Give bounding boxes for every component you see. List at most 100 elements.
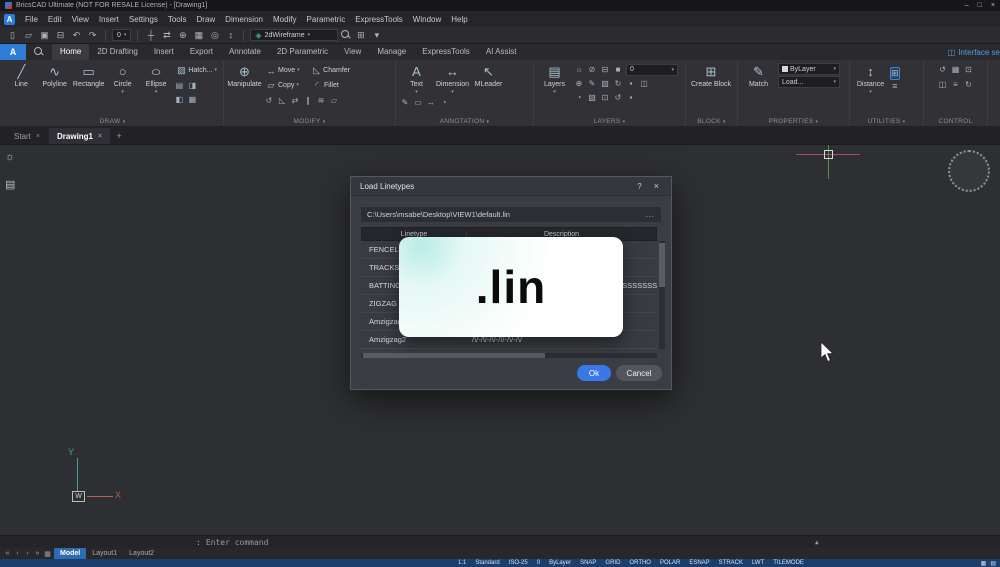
layout-tab[interactable]: Layout2: [123, 548, 160, 559]
status-icon[interactable]: ▦: [981, 560, 987, 567]
current-layer-select[interactable]: 0 ▾: [626, 63, 678, 76]
bulb-icon[interactable]: ☼: [5, 151, 15, 163]
minimize-button[interactable]: –: [965, 2, 969, 9]
command-input[interactable]: Enter command: [206, 538, 269, 547]
move-button[interactable]: ↔ Move ▾: [264, 63, 310, 78]
menu-item[interactable]: Parametric: [302, 15, 351, 24]
status-toggle[interactable]: GRID: [605, 560, 620, 566]
modify-tool-icon[interactable]: ≋: [316, 96, 326, 105]
command-expand-icon[interactable]: ▲: [815, 539, 819, 546]
cancel-button[interactable]: Cancel: [616, 365, 662, 381]
rectangle-button[interactable]: ▭ Rectangle: [73, 63, 105, 89]
layer-tool-icon[interactable]: ↻: [613, 79, 623, 88]
toolbar-icon[interactable]: ⊕: [176, 30, 189, 41]
menu-item[interactable]: ExpressTools: [350, 15, 408, 24]
linetype-file-path-field[interactable]: C:\Users\msabe\Desktop\VIEW1\default.lin…: [361, 207, 661, 222]
layer-tool-icon[interactable]: ▧: [587, 93, 597, 102]
toolbar-icon[interactable]: ▱: [22, 30, 35, 41]
panel-label-modify[interactable]: MODIFY ▾: [224, 118, 395, 125]
vertical-scrollbar[interactable]: [659, 241, 665, 349]
application-button[interactable]: A: [0, 44, 26, 60]
chamfer-button[interactable]: ◺ Chamfer: [310, 63, 352, 78]
menu-item[interactable]: Draw: [192, 15, 221, 24]
control-tool-icon[interactable]: ▦: [951, 65, 961, 74]
status-toggle[interactable]: ESNAP: [689, 560, 709, 566]
panels-icon[interactable]: ▤: [5, 178, 15, 191]
manipulate-button[interactable]: ⊕ Manipulate: [227, 63, 261, 89]
panel-label-utilities[interactable]: UTILITIES ▾: [850, 118, 923, 125]
layout-nav-icon[interactable]: ›: [23, 550, 32, 558]
control-tool-icon[interactable]: ↺: [938, 65, 948, 74]
color-bylayer-select[interactable]: ByLayer ▾: [778, 63, 840, 75]
panel-label-draw[interactable]: DRAW ▾: [2, 118, 223, 125]
maximize-button[interactable]: □: [978, 2, 982, 9]
layout-nav-icon[interactable]: ‹: [13, 550, 22, 558]
hatch-button[interactable]: ▨ Hatch... ▾: [174, 63, 219, 78]
panel-label-annotation[interactable]: ANNOTATION ▾: [396, 118, 533, 125]
toolbar-icon[interactable]: ▣: [38, 30, 51, 41]
copy-button[interactable]: ▱ Copy ▾: [264, 78, 310, 93]
scrollbar-thumb[interactable]: [659, 243, 665, 287]
toolbar-icon[interactable]: ⊟: [54, 30, 67, 41]
layout-tab[interactable]: Layout1: [86, 548, 123, 559]
draw-tool-icon[interactable]: ◧: [174, 95, 184, 104]
status-icon[interactable]: ▤: [990, 560, 996, 567]
ellipse-button[interactable]: ○ Ellipse ▾: [141, 63, 171, 95]
horizontal-scrollbar[interactable]: [361, 353, 657, 358]
toolbar-icon[interactable]: ┼: [144, 30, 157, 40]
scrollbar-thumb[interactable]: [363, 353, 545, 358]
utilities-list-button[interactable]: ≡: [890, 81, 900, 91]
toolbar-icon[interactable]: ▾: [370, 30, 383, 41]
menu-item[interactable]: Tools: [163, 15, 192, 24]
layer-tool-icon[interactable]: ✎: [587, 79, 597, 88]
toolbar-icon[interactable]: ⊞: [354, 30, 367, 41]
toolbar-icon[interactable]: ▯: [6, 30, 19, 41]
status-toggle[interactable]: ORTHO: [629, 560, 651, 566]
ribbon-tab[interactable]: 2D Drafting: [89, 44, 145, 60]
dimension-button[interactable]: ↔ Dimension ▾: [436, 63, 469, 95]
layer-tool-icon[interactable]: ⊕: [574, 79, 584, 88]
status-toggle[interactable]: STRACK: [719, 560, 743, 566]
modify-tool-icon[interactable]: ↺: [264, 96, 274, 105]
control-tool-icon[interactable]: ≡: [951, 80, 961, 89]
mleader-button[interactable]: ↖ MLeader: [472, 63, 505, 89]
menu-item[interactable]: File: [20, 15, 43, 24]
modify-tool-icon[interactable]: ◺: [277, 96, 287, 105]
quick-measure-button[interactable]: ⊞: [890, 67, 900, 80]
layer-tool-icon[interactable]: ⊟: [600, 65, 610, 74]
dialog-help-button[interactable]: ?: [628, 182, 650, 191]
status-toggle[interactable]: SNAP: [580, 560, 596, 566]
panel-label-layers[interactable]: LAYERS ▾: [534, 118, 685, 125]
layer-tool-icon[interactable]: ◔: [574, 93, 584, 102]
modify-tool-icon[interactable]: ⇄: [290, 96, 300, 105]
status-toggle[interactable]: TILEMODE: [773, 560, 804, 566]
ribbon-tab[interactable]: ExpressTools: [414, 44, 478, 60]
status-toggle[interactable]: POLAR: [660, 560, 680, 566]
circle-button[interactable]: ○ Circle ▾: [107, 63, 137, 95]
control-tool-icon[interactable]: ⊡: [964, 65, 974, 74]
layer-tool-icon[interactable]: ◫: [639, 79, 649, 88]
polyline-button[interactable]: ∿ Polyline: [39, 63, 69, 89]
toolbar-icon[interactable]: ↷: [86, 30, 99, 41]
layer-tool-icon[interactable]: ▪: [626, 79, 636, 88]
status-toggle[interactable]: Standard: [475, 560, 499, 566]
toolbar-icon[interactable]: ↕: [224, 30, 237, 40]
status-toggle[interactable]: LWT: [752, 560, 764, 566]
panel-label-block[interactable]: BLOCK ▾: [686, 118, 737, 125]
layout-nav-icon[interactable]: »: [33, 550, 42, 558]
ribbon-tab[interactable]: 2D Parametric: [269, 44, 336, 60]
ribbon-tab[interactable]: Export: [182, 44, 221, 60]
annotation-tool-icon[interactable]: ▭: [413, 98, 423, 107]
layer-tool-icon[interactable]: ↺: [613, 93, 623, 102]
status-toggle[interactable]: 1:1: [458, 560, 466, 566]
visual-style-select[interactable]: ◈ 2dWireframe ▾: [250, 29, 339, 41]
ribbon-tab[interactable]: View: [336, 44, 369, 60]
menu-item[interactable]: Dimension: [220, 15, 268, 24]
ribbon-tab[interactable]: Annotate: [221, 44, 269, 60]
layers-button[interactable]: ▤ Layers ▾: [538, 63, 571, 95]
annotation-tool-icon[interactable]: ↔: [426, 98, 436, 107]
status-toggle[interactable]: ISO-25: [509, 560, 528, 566]
search-icon[interactable]: [341, 30, 351, 40]
distance-button[interactable]: ↕ Distance ▾: [854, 63, 887, 95]
ribbon-search-icon[interactable]: [34, 47, 44, 57]
